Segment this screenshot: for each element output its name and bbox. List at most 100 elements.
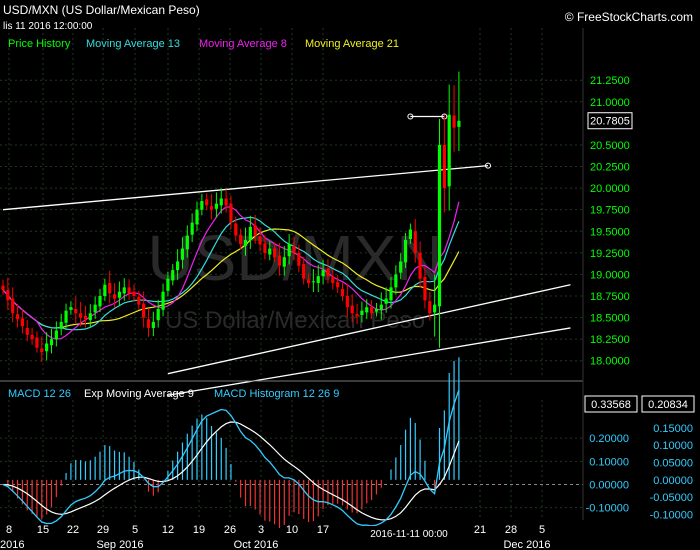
legend-item: Moving Average 8 (199, 38, 287, 50)
candle-body (336, 282, 340, 288)
candle-body (180, 248, 185, 260)
candle-body (54, 330, 58, 340)
candle-body (156, 308, 160, 321)
candle-body (442, 144, 446, 189)
date-tick-label: 8 (6, 524, 12, 536)
macd-lines (2, 389, 460, 527)
candle-body (88, 313, 92, 321)
date-tick-label: 21 (474, 524, 486, 536)
candle-body (316, 276, 320, 284)
candle-body (93, 304, 97, 313)
date-tick-label: 12 (162, 524, 174, 536)
candle-body (413, 231, 417, 253)
candle-body (176, 261, 180, 271)
month-label: Sep 2016 (96, 539, 143, 550)
date-tick-label: 5 (132, 524, 138, 536)
price-tick-label: 21.0000 (590, 97, 630, 109)
candle-body (437, 144, 442, 307)
candle-body (122, 287, 126, 294)
price-tick-label: 19.2500 (590, 248, 630, 260)
candle-body (306, 279, 311, 284)
candle-body (428, 301, 432, 314)
candle-body (83, 315, 88, 320)
price-tick-label: 19.0000 (590, 269, 630, 281)
candle-body (345, 296, 349, 308)
price-tick-label: 18.5000 (590, 313, 630, 325)
legend-item: MACD 12 26 (8, 388, 71, 400)
price-tick-label: 20.2500 (590, 162, 630, 174)
candle-body (59, 321, 63, 329)
candle-body (399, 261, 403, 273)
candle-body (447, 114, 451, 187)
candle-body (117, 291, 121, 298)
candle-body (374, 308, 379, 312)
macd-tick-right: 0.00000 (653, 475, 693, 487)
candle-body (132, 291, 136, 296)
candle-body (6, 289, 10, 301)
candle-body (297, 252, 301, 266)
candle-body (243, 239, 248, 246)
candle-body (151, 321, 155, 328)
chart-canvas[interactable]: USD/MXN (US Dollar/Mexican Peso) lis 11 … (0, 0, 700, 550)
candle-body (171, 270, 175, 281)
price-tick-label: 19.7500 (590, 205, 630, 217)
candle-body (355, 314, 359, 316)
candle-body (263, 243, 267, 253)
candle-body (49, 339, 54, 346)
legend-item: Moving Average 21 (305, 38, 399, 50)
candle-body (370, 307, 374, 314)
candle-body (457, 120, 461, 127)
legend-item: Exp Moving Average 9 (84, 388, 194, 400)
macd-tick-right: -0.05000 (650, 492, 693, 504)
candle-body (258, 236, 262, 245)
date-tick-label: 3 (258, 524, 264, 536)
candle-body (112, 294, 117, 299)
date-tick-label: 22 (67, 524, 79, 536)
candle-body (287, 244, 291, 257)
datetime-label: lis 11 2016 12:00:00 (3, 21, 93, 32)
candle-body (394, 274, 398, 288)
candle-body (11, 298, 15, 314)
candle-body (360, 310, 364, 315)
candle-body (205, 199, 209, 206)
candle-body (45, 343, 49, 352)
candle-body (321, 270, 325, 277)
candle-body (224, 198, 228, 206)
candle-body (452, 115, 456, 128)
date-tick-label: 5 (539, 524, 545, 536)
candle-body (379, 304, 383, 310)
candle-body (195, 209, 199, 225)
price-tick-label: 18.0000 (590, 356, 630, 368)
candle-body (69, 307, 73, 310)
legend-item: MACD Histogram 12 26 9 (214, 388, 339, 400)
candle-body (185, 235, 189, 250)
macd-tick-right: -0.10000 (650, 510, 693, 522)
price-axis: 21.2500 21.0000 20.7805 20.5000 20.2500 20.00… (587, 75, 633, 368)
candle-body (146, 319, 151, 328)
last-price-label: 20.7805 (590, 116, 630, 128)
macd-histogram (7, 357, 460, 528)
candle-body (166, 278, 170, 291)
price-legend: Price History Moving Average 13 Moving Ave… (8, 38, 399, 50)
candle-body (15, 314, 20, 320)
candle-body (1, 285, 5, 290)
price-tick-label: 19.5000 (590, 226, 630, 238)
date-tick-label: 29 (97, 524, 109, 536)
date-tick-label: 15 (37, 524, 49, 536)
candle-body (219, 198, 223, 206)
candle-body (98, 296, 102, 307)
price-tick-label: 20.5000 (590, 140, 630, 152)
macd-tick-left: 0.00000 (589, 479, 629, 491)
candle-body (326, 268, 330, 277)
candle-body (229, 203, 233, 223)
candle-body (239, 234, 243, 245)
price-tick-label: 20.0000 (590, 183, 630, 195)
candle-body (103, 284, 107, 296)
price-tick-label: 18.2500 (590, 334, 630, 346)
candle-body (433, 304, 437, 313)
candle-body (365, 307, 369, 313)
candle-body (209, 206, 214, 210)
price-tick-label: 21.2500 (590, 75, 630, 87)
date-tick-label: 19 (193, 524, 205, 536)
legend-item: Price History (8, 38, 71, 50)
